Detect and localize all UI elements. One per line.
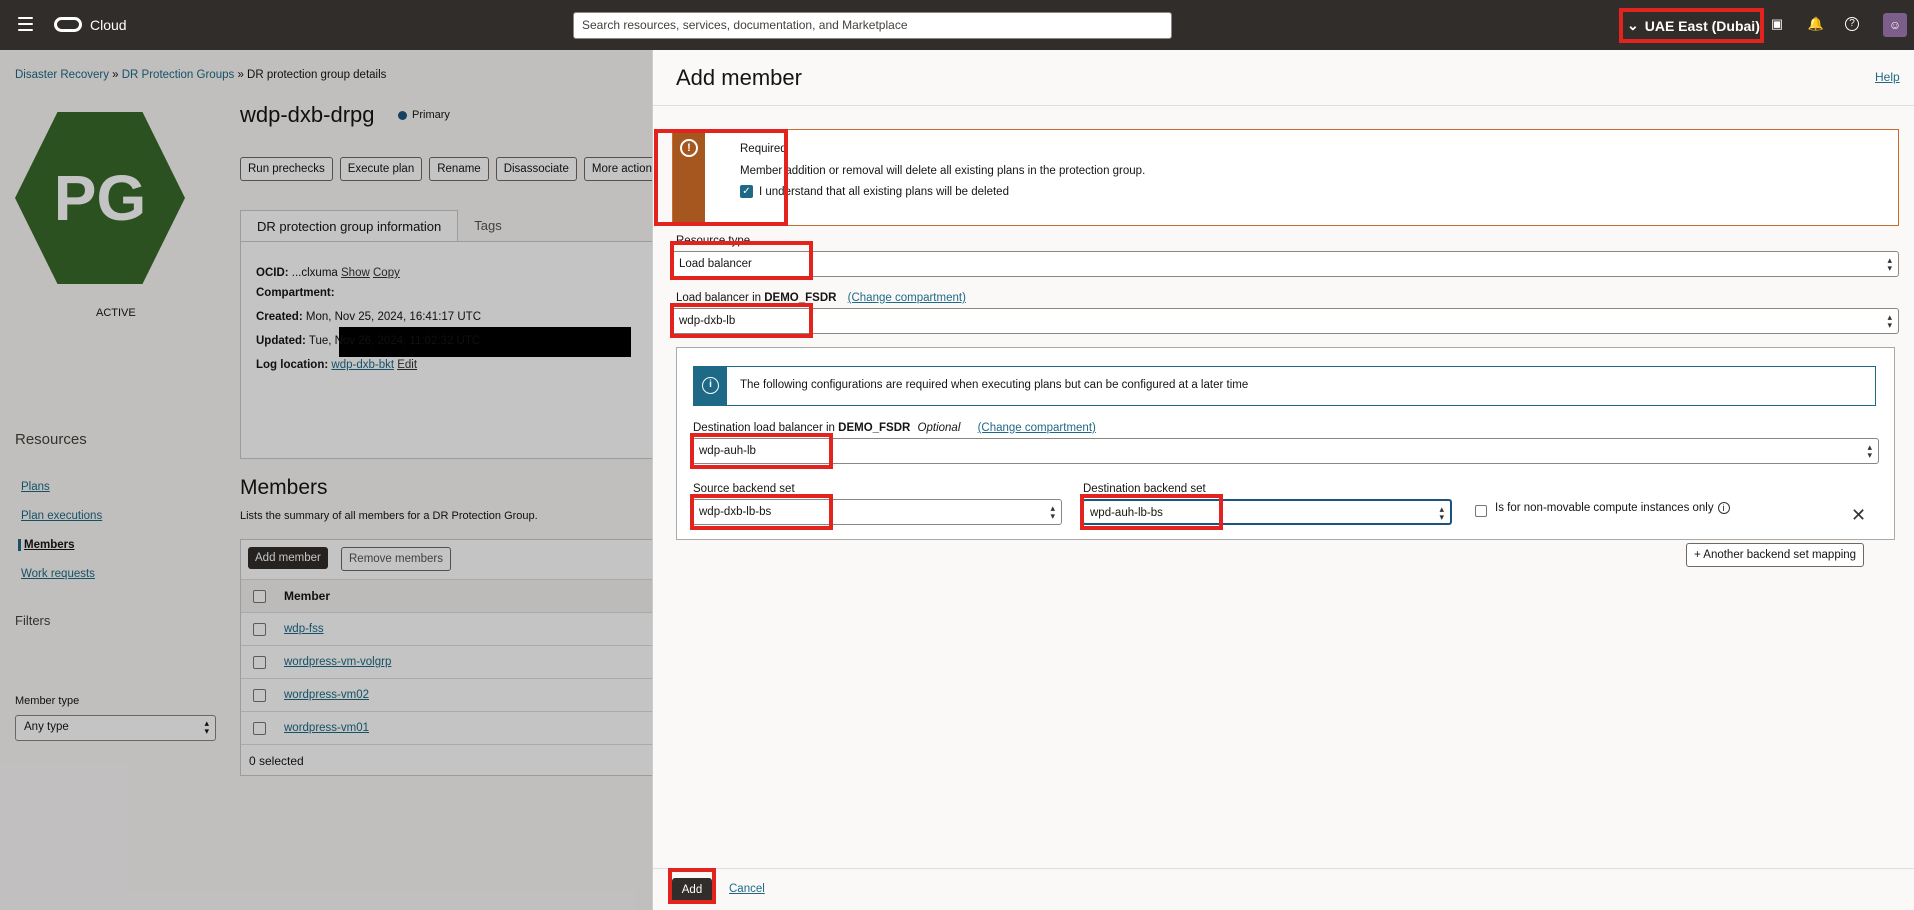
resource-type-select[interactable]: Load balancer ▴ ▾ [672,251,1899,277]
select-arrows-icon: ▴ ▾ [1050,503,1055,521]
info-tooltip-icon[interactable]: i [1717,502,1730,514]
highlight-box [670,303,813,338]
region-selector[interactable]: ⌄ UAE East (Dubai) [1619,8,1764,43]
cancel-link[interactable]: Cancel [729,883,765,895]
optional-label: Optional [917,422,961,434]
dest-change-compartment-link[interactable]: (Change compartment) [978,422,1096,434]
highlight-box [670,241,813,280]
cloud-shell-icon[interactable]: ▣ [1768,15,1786,33]
menu-icon[interactable] [18,17,33,31]
highlight-box [690,494,833,530]
dest-lb-compartment: DEMO_FSDR [838,422,911,434]
divider [653,105,1914,106]
add-member-drawer: Add member Help ! Required Member additi… [652,50,1914,910]
non-movable-label: Is for non-movable compute instances onl… [1495,502,1730,514]
highlight-box [1080,494,1223,530]
select-arrows-icon: ▴ ▾ [1867,442,1872,460]
brand-label[interactable]: Cloud [90,17,127,33]
understand-checkbox-label: I understand that all existing plans wil… [759,185,1009,198]
top-bar: Cloud Search resources, services, docume… [0,0,1914,50]
another-backend-mapping-button[interactable]: + Another backend set mapping [1686,543,1865,567]
remove-mapping-close-icon[interactable]: ✕ [1851,505,1866,526]
footer-divider [653,868,1914,869]
modal-overlay[interactable] [0,50,652,910]
non-movable-text: Is for non-movable compute instances onl… [1495,502,1714,514]
drawer-title: Add member [676,65,802,90]
help-link[interactable]: Help [1875,70,1900,84]
select-arrows-icon: ▴ ▾ [1887,312,1892,330]
help-icon[interactable]: ? [1845,17,1859,31]
highlight-box [668,868,716,904]
oracle-logo-icon[interactable] [54,17,82,32]
region-label: UAE East (Dubai) [1644,17,1760,34]
required-warning: ! Required Member addition or removal wi… [672,129,1899,226]
highlight-box [654,129,788,226]
destination-lb-select[interactable]: wdp-auh-lb ▴ ▾ [692,438,1879,464]
highlight-box [690,433,833,469]
chevron-down-icon: ⌄ [1627,17,1639,33]
search-input[interactable]: Search resources, services, documentatio… [573,12,1172,39]
info-strip: i [694,367,727,405]
load-balancer-select[interactable]: wdp-dxb-lb ▴ ▾ [672,308,1899,334]
select-arrows-icon: ▴ ▾ [1439,504,1444,522]
profile-avatar-icon[interactable]: ☺ [1883,13,1907,37]
warning-text: Member addition or removal will delete a… [740,165,1146,177]
info-banner: i The following configurations are requi… [693,366,1876,406]
non-movable-checkbox[interactable] [1475,505,1487,517]
notifications-bell-icon[interactable]: 🔔 [1807,15,1825,33]
info-icon: i [702,377,719,394]
select-arrows-icon: ▴ ▾ [1887,255,1892,273]
change-compartment-link[interactable]: (Change compartment) [848,292,966,304]
info-banner-text: The following configurations are require… [740,379,1249,391]
